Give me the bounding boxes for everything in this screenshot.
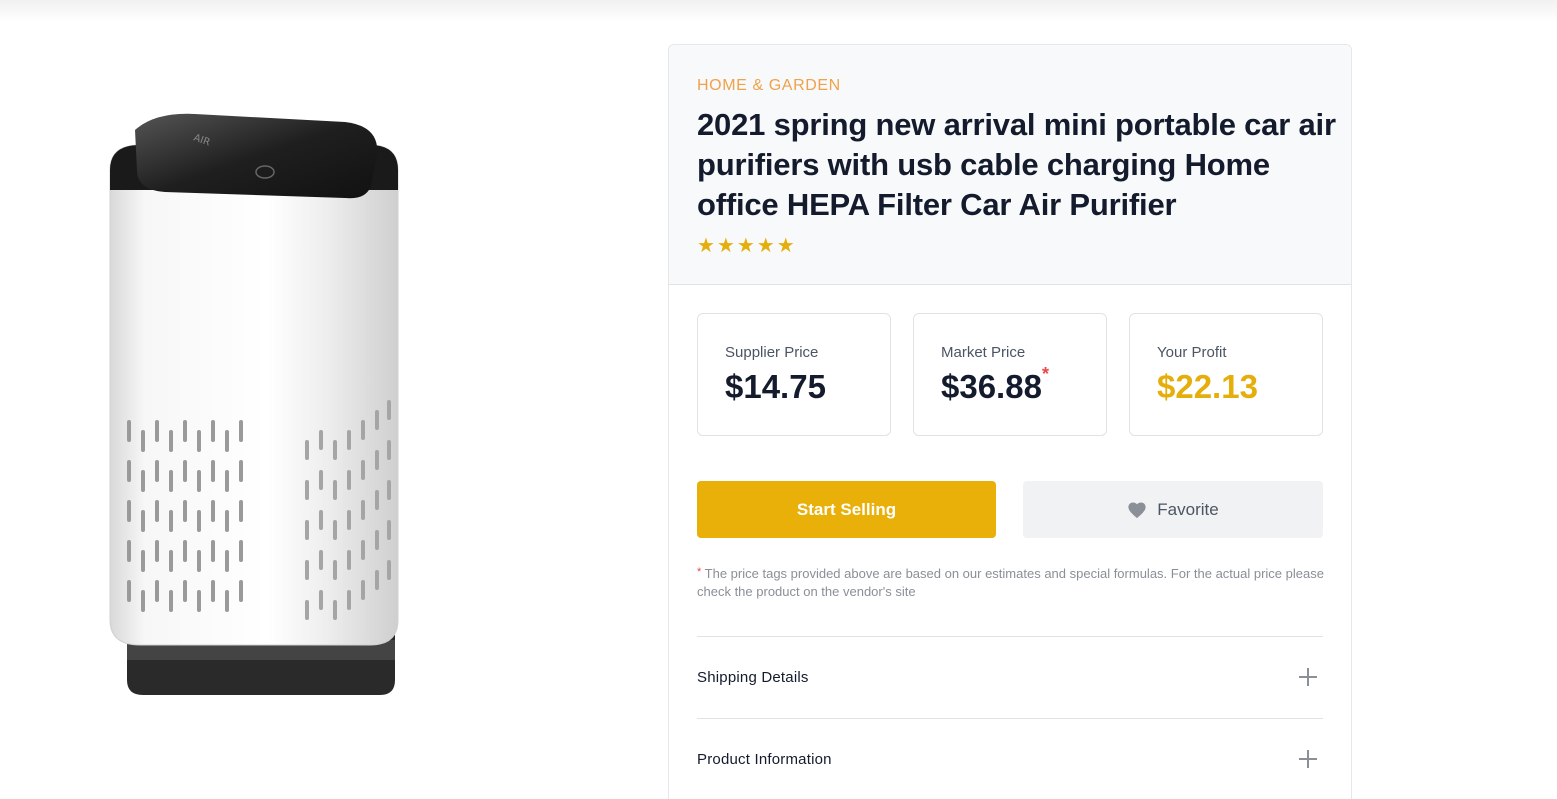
accordion-label: Shipping Details <box>697 668 809 686</box>
accordion-shipping-details[interactable]: Shipping Details <box>697 637 1323 717</box>
top-bar-shadow <box>0 0 1557 22</box>
disclaimer-asterisk: * <box>697 566 702 578</box>
plus-icon[interactable] <box>1299 750 1317 768</box>
supplier-price-box: Supplier Price $14.75 <box>697 313 891 436</box>
market-price-asterisk: * <box>1041 364 1049 384</box>
market-price-box: Market Price $36.88* <box>913 313 1107 436</box>
product-header: HOME & GARDEN 2021 spring new arrival mi… <box>669 45 1351 285</box>
start-selling-button[interactable]: Start Selling <box>697 481 996 538</box>
heart-icon <box>1128 501 1146 518</box>
accordion-label: Product Information <box>697 750 832 768</box>
disclaimer-text: The price tags provided above are based … <box>697 566 1324 599</box>
accordion-product-information[interactable]: Product Information <box>697 719 1323 799</box>
favorite-button[interactable]: Favorite <box>1023 481 1323 538</box>
profit-box: Your Profit $22.13 <box>1129 313 1323 436</box>
rating-stars: ★★★★★ <box>697 235 797 257</box>
product-image: AIR <box>95 100 425 710</box>
market-price-wrap: $36.88* <box>941 364 1049 406</box>
favorite-label: Favorite <box>1157 499 1219 519</box>
product-category[interactable]: HOME & GARDEN <box>697 77 841 95</box>
profit-label: Your Profit <box>1157 344 1227 361</box>
product-title: 2021 spring new arrival mini portable ca… <box>697 107 1336 222</box>
supplier-price-value: $14.75 <box>725 368 826 405</box>
profit-value: $22.13 <box>1157 368 1258 405</box>
product-details-card: HOME & GARDEN 2021 spring new arrival mi… <box>668 44 1352 799</box>
price-disclaimer: * The price tags provided above are base… <box>697 565 1327 601</box>
market-price-label: Market Price <box>941 344 1026 361</box>
market-price-value: $36.88 <box>941 368 1042 405</box>
supplier-price-label: Supplier Price <box>725 344 819 361</box>
plus-icon[interactable] <box>1299 668 1317 686</box>
